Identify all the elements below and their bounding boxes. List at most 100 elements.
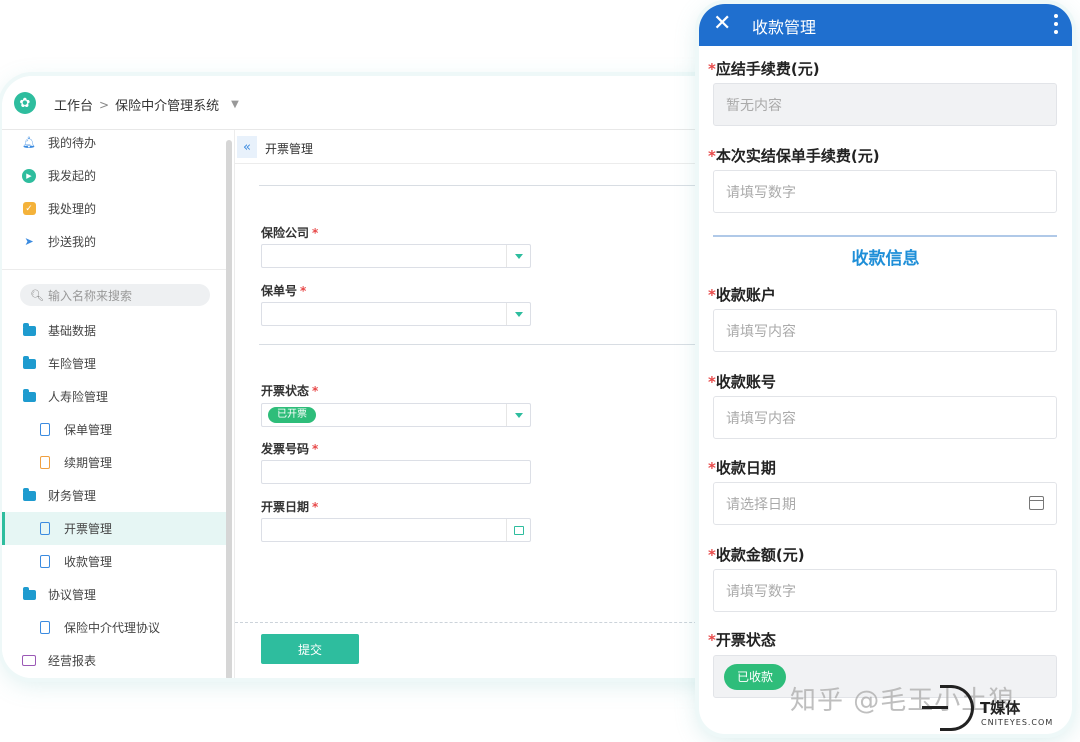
fee-actual-input[interactable]: 请填写数字 — [713, 170, 1057, 213]
breadcrumb-separator: > — [99, 97, 110, 112]
folder-open-icon — [22, 487, 36, 503]
insurance-company-select[interactable] — [261, 244, 531, 268]
sidebar-search-input[interactable]: 🔍︎ 输入名称来搜索 — [20, 284, 210, 306]
folder-icon — [22, 322, 36, 338]
sidebar-item-label: 我的待办 — [48, 136, 97, 150]
sidebar-item-finance[interactable]: 财务管理 — [2, 479, 226, 512]
sidebar-item-collection[interactable]: 收款管理 — [2, 545, 226, 578]
status-badge: 已开票 — [268, 407, 316, 423]
sidebar-quick-links: 🔔︎ 我的待办 ▶ 我发起的 ✓ 我处理的 ➤ 抄送我的 — [2, 130, 226, 270]
account-no-input[interactable]: 请填写内容 — [713, 396, 1057, 439]
brand-name: T媒体 — [980, 699, 1021, 717]
tab-bar: « 开票管理 — [235, 130, 742, 164]
collapse-sidebar-icon[interactable]: « — [237, 136, 257, 158]
input-placeholder: 请填写内容 — [726, 410, 796, 427]
section-divider — [259, 185, 729, 186]
sidebar-item-label: 我处理的 — [48, 202, 97, 216]
calendar-icon[interactable] — [506, 519, 530, 541]
sidebar-item-label: 协议管理 — [48, 588, 97, 602]
sidebar-item-label: 经营报表 — [48, 654, 97, 668]
sidebar-item-basic-data[interactable]: 基础数据 — [2, 314, 226, 347]
sidebar-item-label: 车险管理 — [48, 357, 97, 371]
date-picker[interactable]: 请选择日期 — [713, 482, 1057, 525]
bell-icon: 🔔︎ — [22, 136, 36, 149]
calendar-icon[interactable] — [1029, 496, 1044, 510]
input-placeholder: 请填写数字 — [726, 184, 796, 201]
brand-site: CNITEYES.COM — [981, 718, 1054, 727]
sidebar-item-todo[interactable]: 🔔︎ 我的待办 — [2, 126, 226, 159]
input-placeholder: 请填写数字 — [726, 583, 796, 600]
app-logo-icon[interactable]: ✿ — [14, 92, 36, 114]
breadcrumb-system[interactable]: 保险中介管理系统 — [115, 95, 219, 114]
sidebar-item-auto-insurance[interactable]: 车险管理 — [2, 347, 226, 380]
account-label: *收款账户 — [708, 286, 776, 304]
sidebar-item-agreements[interactable]: 协议管理 — [2, 578, 226, 611]
sidebar: 🔔︎ 我的待办 ▶ 我发起的 ✓ 我处理的 ➤ 抄送我的 🔍︎ 输入名称来搜索 … — [2, 130, 232, 678]
monitor-icon — [22, 654, 36, 668]
sidebar-item-cc[interactable]: ➤ 抄送我的 — [2, 225, 226, 258]
sidebar-item-label: 人寿险管理 — [48, 390, 109, 404]
sidebar-item-invoicing[interactable]: 开票管理 — [2, 512, 226, 545]
folder-icon — [22, 355, 36, 371]
breadcrumb-home[interactable]: 工作台 — [54, 95, 93, 114]
check-box-icon: ✓ — [22, 202, 36, 216]
top-bar: ✿ 工作台 > 保险中介管理系统 ▼ — [2, 76, 742, 130]
mobile-panel: ✕ 收款管理 *应结手续费(元) 暂无内容 *本次实结保单手续费(元) 请填写数… — [699, 4, 1072, 734]
account-input[interactable]: 请填写内容 — [713, 309, 1057, 352]
folder-open-icon — [22, 586, 36, 602]
fee-actual-label: *本次实结保单手续费(元) — [708, 147, 880, 165]
sidebar-item-agency-agreement[interactable]: 保险中介代理协议 — [2, 611, 226, 644]
section-divider — [259, 344, 729, 345]
folder-open-icon — [22, 388, 36, 404]
sidebar-item-initiated[interactable]: ▶ 我发起的 — [2, 159, 226, 192]
sidebar-item-renewal[interactable]: 续期管理 — [2, 446, 226, 479]
sidebar-item-reports[interactable]: 经营报表 — [2, 644, 226, 677]
input-placeholder: 请填写内容 — [726, 323, 796, 340]
amount-input[interactable]: 请填写数字 — [713, 569, 1057, 612]
dropdown-arrow-icon[interactable] — [506, 245, 530, 267]
fee-due-value: 暂无内容 — [726, 97, 782, 114]
dropdown-arrow-icon[interactable] — [506, 303, 530, 325]
search-icon: 🔍︎ — [30, 288, 44, 302]
fee-due-label: *应结手续费(元) — [708, 60, 820, 78]
invoice-status-select[interactable]: 已开票 — [261, 403, 531, 427]
sidebar-item-label: 财务管理 — [48, 489, 97, 503]
tab-invoicing[interactable]: 开票管理 — [265, 140, 313, 157]
sidebar-item-label: 基础数据 — [48, 324, 97, 338]
sidebar-item-policy[interactable]: 保单管理 — [2, 413, 226, 446]
mobile-title: 收款管理 — [752, 18, 817, 37]
status-badge: 已收款 — [724, 663, 787, 690]
dropdown-arrow-icon[interactable] — [506, 404, 530, 426]
footer-divider — [235, 622, 742, 623]
document-icon — [38, 555, 52, 569]
play-circle-icon: ▶ — [22, 168, 36, 183]
sidebar-item-label: 保单管理 — [64, 423, 113, 437]
sidebar-item-label: 抄送我的 — [48, 235, 97, 249]
more-vertical-icon[interactable] — [1054, 14, 1058, 34]
sidebar-scrollbar[interactable] — [226, 140, 232, 678]
section-title: 收款信息 — [851, 249, 920, 269]
search-placeholder: 输入名称来搜索 — [47, 288, 132, 303]
fee-due-field: 暂无内容 — [713, 83, 1057, 126]
sidebar-item-life-insurance[interactable]: 人寿险管理 — [2, 380, 226, 413]
policy-no-select[interactable] — [261, 302, 531, 326]
invoice-number-input[interactable] — [261, 460, 531, 484]
date-label: *收款日期 — [708, 459, 776, 477]
document-icon — [38, 621, 52, 635]
invoice-date-picker[interactable] — [261, 518, 531, 542]
status-label: *开票状态 — [708, 631, 776, 649]
chevron-down-icon[interactable]: ▼ — [231, 99, 239, 110]
sidebar-item-label: 收款管理 — [64, 555, 113, 569]
paper-plane-icon: ➤ — [24, 235, 34, 248]
mobile-header: ✕ 收款管理 — [699, 4, 1072, 46]
insurance-company-label: 保险公司 * — [261, 226, 319, 240]
sidebar-item-label: 保险中介代理协议 — [64, 621, 161, 635]
sidebar-item-processed[interactable]: ✓ 我处理的 — [2, 192, 226, 225]
document-icon — [38, 456, 52, 470]
sidebar-item-label: 开票管理 — [64, 522, 113, 536]
close-icon[interactable]: ✕ — [713, 10, 731, 38]
sidebar-item-label: 我发起的 — [48, 169, 97, 183]
submit-button[interactable]: 提交 — [261, 634, 359, 664]
document-icon — [38, 423, 52, 437]
desktop-window: ✿ 工作台 > 保险中介管理系统 ▼ 🔔︎ 我的待办 ▶ 我发起的 ✓ 我处理的… — [2, 76, 742, 678]
